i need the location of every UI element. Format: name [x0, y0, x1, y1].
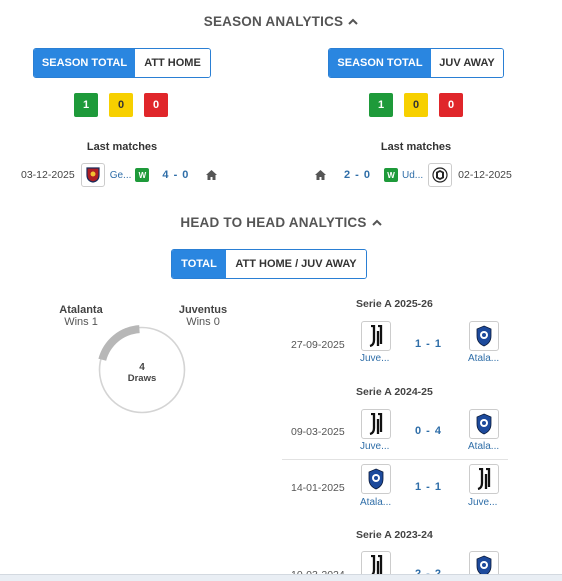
home-team-name[interactable]: Atala... — [360, 497, 391, 508]
h2h-tabs: TOTAL ATT HOME / JUV AWAY — [171, 249, 367, 279]
tab-season-total-home[interactable]: SEASON TOTAL — [34, 49, 135, 77]
season-analytics-label: SEASON ANALYTICS — [203, 14, 344, 29]
udinese-logo-icon — [428, 163, 453, 187]
opponent-name[interactable]: Ud... — [402, 170, 423, 181]
home-icon — [206, 170, 218, 180]
donut-svg: 4 Draws — [98, 325, 186, 414]
away-team-name[interactable]: Atala... — [468, 353, 499, 364]
match-score[interactable]: 2 - 0 — [344, 169, 371, 181]
away-team-name: Juventus — [178, 304, 228, 316]
result-badge: W — [135, 168, 150, 182]
bottom-scrollbar[interactable] — [0, 574, 562, 581]
match-score[interactable]: 4 - 0 — [162, 169, 189, 181]
match-date: 02-12-2025 — [458, 169, 512, 181]
atalanta-logo-icon[interactable] — [469, 321, 499, 351]
h2h-match-date: 14-01-2025 — [291, 482, 345, 494]
atalanta-logo-icon[interactable] — [469, 409, 499, 439]
tab-att-home-juv-away[interactable]: ATT HOME / JUV AWAY — [226, 250, 366, 278]
h2h-match-date: 27-09-2025 — [291, 339, 345, 351]
season-header: Serie A 2024-25 — [356, 386, 433, 398]
donut-home-wins-arc — [98, 325, 140, 361]
draws-count: 0 — [109, 93, 133, 117]
tab-juv-away[interactable]: JUV AWAY — [431, 49, 503, 77]
draws-number: 4 — [139, 362, 145, 373]
opponent-name[interactable]: Ge... — [110, 170, 132, 181]
home-season-tabs: SEASON TOTAL ATT HOME — [33, 48, 211, 78]
home-team-name[interactable]: Juve... — [360, 353, 389, 364]
juventus-logo-icon[interactable] — [361, 321, 391, 351]
h2h-match-score[interactable]: 1 - 1 — [415, 338, 442, 350]
home-team-wins: Wins 1 — [64, 316, 98, 328]
tab-total[interactable]: TOTAL — [172, 250, 226, 278]
away-last-matches-label: Last matches — [380, 141, 452, 153]
away-team-name[interactable]: Atala... — [468, 441, 499, 452]
losses-count: 0 — [144, 93, 168, 117]
juventus-logo-icon[interactable] — [469, 464, 499, 494]
match-date: 03-12-2025 — [21, 169, 75, 181]
away-team-name[interactable]: Juve... — [468, 497, 497, 508]
wins-count: 1 — [74, 93, 98, 117]
draws-label: Draws — [128, 373, 157, 384]
chevron-up-icon — [348, 13, 358, 28]
tab-att-home[interactable]: ATT HOME — [135, 49, 210, 77]
season-analytics-title[interactable]: SEASON ANALYTICS — [0, 13, 562, 29]
h2h-match-score[interactable]: 0 - 4 — [415, 425, 442, 437]
h2h-analytics-title[interactable]: HEAD TO HEAD ANALYTICS — [0, 214, 562, 230]
home-last-matches-label: Last matches — [86, 141, 158, 153]
home-last-match[interactable]: 03-12-2025 Ge... W 4 - 0 — [21, 162, 218, 188]
atalanta-logo-icon[interactable] — [361, 464, 391, 494]
row-divider — [282, 459, 508, 460]
h2h-analytics-label: HEAD TO HEAD ANALYTICS — [180, 215, 367, 230]
home-team-name[interactable]: Juve... — [360, 441, 389, 452]
result-badge: W — [384, 168, 399, 182]
away-last-match[interactable]: 2 - 0 W Ud... 02-12-2025 — [315, 162, 512, 188]
away-season-tabs: SEASON TOTAL JUV AWAY — [328, 48, 504, 78]
h2h-donut: 4 Draws — [96, 324, 188, 416]
h2h-match-score[interactable]: 1 - 1 — [415, 481, 442, 493]
draws-count: 0 — [404, 93, 428, 117]
home-icon — [315, 170, 326, 180]
home-team-name: Atalanta — [59, 304, 103, 316]
genoa-logo-icon — [80, 163, 105, 187]
home-result-counters: 1 0 0 — [74, 93, 168, 117]
away-result-counters: 1 0 0 — [369, 93, 463, 117]
wins-count: 1 — [369, 93, 393, 117]
away-team-wins: Wins 0 — [186, 316, 220, 328]
tab-season-total-away[interactable]: SEASON TOTAL — [329, 49, 431, 77]
h2h-match-date: 09-03-2025 — [291, 426, 345, 438]
chevron-up-icon — [371, 214, 382, 229]
losses-count: 0 — [439, 93, 463, 117]
season-header: Serie A 2025-26 — [356, 298, 433, 310]
juventus-logo-icon[interactable] — [361, 409, 391, 439]
season-header: Serie A 2023-24 — [356, 529, 433, 541]
